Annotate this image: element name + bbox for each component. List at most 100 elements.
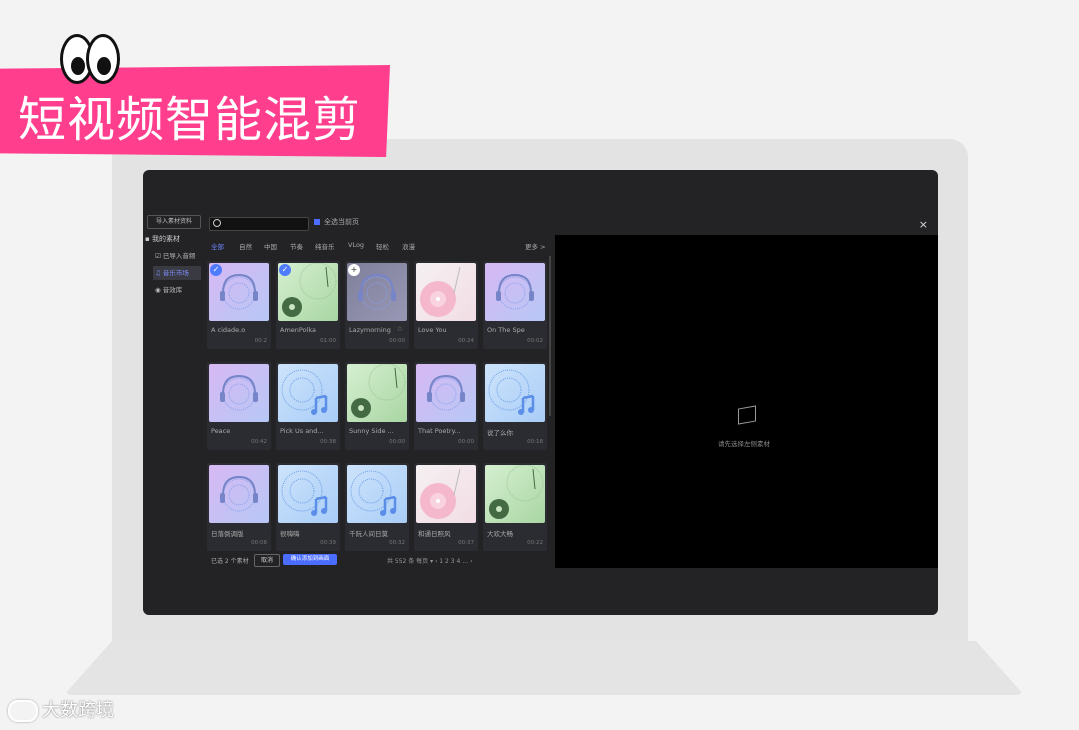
app-window: 导入素材资料 ▪ 我的素材 ☑ 已导入音频 ♫ 音乐市场 ◉ 音效库 全选当前页…	[143, 170, 938, 615]
music-title: Love You	[418, 326, 447, 334]
music-title: On The Spe	[487, 326, 525, 334]
music-title: AmenPolka	[280, 326, 317, 334]
music-card[interactable]: ✓ A cidade.o 00:2	[207, 261, 271, 349]
import-button[interactable]: 导入素材资料	[147, 215, 201, 229]
tab-pure-music[interactable]: 纯音乐	[315, 241, 335, 251]
pagination[interactable]: 共 552 条 每页 ▾ ‹ 1 2 3 4 … ›	[387, 556, 473, 565]
music-duration: 00:32	[389, 540, 405, 546]
select-all-checkbox[interactable]: 全选当前页	[314, 217, 359, 227]
music-thumbnail	[209, 465, 269, 523]
music-title: 千阮人间日莫	[349, 530, 388, 538]
preview-hint: 请先选择左侧素材	[718, 440, 770, 448]
record-icon: ◉	[155, 286, 161, 294]
music-card[interactable]: 大欢大畅 00:22	[483, 463, 547, 551]
music-thumbnail	[347, 364, 407, 422]
music-duration: 00:2	[254, 338, 267, 344]
tab-relaxed[interactable]: 轻松	[376, 241, 389, 251]
music-title: Pick Us and...	[280, 427, 324, 435]
music-card[interactable]: ✓ AmenPolka 01:00	[276, 261, 340, 349]
watermark: 大数跨境	[8, 696, 114, 722]
add-icon[interactable]: +	[348, 264, 360, 276]
music-card[interactable]: 和通日照风 00:37	[414, 463, 478, 551]
tab-china[interactable]: 中国	[264, 241, 277, 251]
music-duration: 00:00	[458, 439, 474, 445]
banner-title: 短视频智能混剪	[18, 92, 362, 148]
music-title: 大欢大畅	[487, 530, 513, 538]
cancel-button[interactable]: 取消	[254, 554, 280, 567]
watermark-logo-icon	[8, 700, 38, 722]
sidebar-item-sound-effects[interactable]: ◉ 音效库	[153, 283, 201, 297]
music-thumbnail	[416, 263, 476, 321]
tab-vlog[interactable]: VLog	[348, 241, 364, 249]
music-thumbnail	[347, 465, 407, 523]
music-duration: 00:38	[320, 439, 336, 445]
music-duration: 00:37	[458, 540, 474, 546]
music-duration: 00:08	[251, 540, 267, 546]
category-tabs: 全部 自然 中国 节奏 纯音乐 VLog 轻松 浪漫	[209, 241, 549, 253]
search-input[interactable]	[209, 217, 309, 231]
music-duration: 01:00	[320, 338, 336, 344]
music-card[interactable]: On The Spe 00:02	[483, 261, 547, 349]
tab-all[interactable]: 全部	[211, 241, 224, 251]
music-thumbnail	[416, 364, 476, 422]
music-grid: ✓ A cidade.o 00:2 ✓ AmenPolka 01:00 + ☆ Lazymorn…	[207, 261, 551, 551]
scrollbar[interactable]	[549, 256, 551, 416]
music-duration: 00:18	[527, 439, 543, 445]
music-thumbnail	[278, 465, 338, 523]
sidebar-group-label: ▪ 我的素材	[145, 235, 180, 243]
music-note-icon: ♫	[155, 269, 161, 277]
music-card[interactable]: 日落倒调版 00:08	[207, 463, 271, 551]
music-title: That Poetry...	[418, 427, 461, 435]
music-title: Peace	[211, 427, 231, 435]
music-card[interactable]: + ☆ Lazymorning 00:00	[345, 261, 409, 349]
music-title: Sunny Side ...	[349, 427, 394, 435]
music-duration: 00:00	[389, 338, 405, 344]
music-card[interactable]: Love You 00:24	[414, 261, 478, 349]
music-duration: 00:00	[389, 439, 405, 445]
eye-icon	[86, 34, 120, 84]
music-title: 很嗨嗨	[280, 530, 300, 538]
music-title: 说了么你	[487, 429, 513, 437]
close-icon[interactable]: ×	[919, 218, 928, 231]
music-duration: 00:39	[320, 540, 336, 546]
music-card[interactable]: That Poetry... 00:00	[414, 362, 478, 450]
confirm-button[interactable]: 确认添加到画面	[283, 554, 337, 565]
checkbox-icon: ☑	[155, 252, 161, 260]
music-card[interactable]: Sunny Side ... 00:00	[345, 362, 409, 450]
checkmark-icon[interactable]: ✓	[210, 264, 222, 276]
sidebar: ▪ 我的素材 ☑ 已导入音频 ♫ 音乐市场 ◉ 音效库	[143, 232, 203, 572]
music-thumbnail	[485, 364, 545, 422]
preview-panel: 请先选择左侧素材	[555, 235, 938, 568]
music-thumbnail	[209, 364, 269, 422]
music-thumbnail	[416, 465, 476, 523]
selected-count: 已选 2 个素材	[211, 558, 249, 565]
music-title: A cidade.o	[211, 326, 246, 334]
music-card[interactable]: 很嗨嗨 00:39	[276, 463, 340, 551]
tab-romantic[interactable]: 浪漫	[402, 241, 415, 251]
music-card[interactable]: 千阮人间日莫 00:32	[345, 463, 409, 551]
music-title: 日落倒调版	[211, 530, 244, 538]
music-thumbnail	[485, 263, 545, 321]
music-card[interactable]: Peace 00:42	[207, 362, 271, 450]
music-title: 和通日照风	[418, 530, 451, 538]
music-duration: 00:02	[527, 338, 543, 344]
more-link[interactable]: 更多 >	[525, 241, 546, 251]
laptop-base	[64, 641, 1024, 695]
music-card[interactable]: Pick Us and... 00:38	[276, 362, 340, 450]
tab-nature[interactable]: 自然	[239, 241, 252, 251]
music-title: Lazymorning	[349, 326, 391, 334]
footer-bar: 已选 2 个素材 取消 确认添加到画面 共 552 条 每页 ▾ ‹ 1 2 3…	[209, 554, 554, 568]
sidebar-item-imported-audio[interactable]: ☑ 已导入音频	[153, 249, 201, 263]
checkmark-icon[interactable]: ✓	[279, 264, 291, 276]
music-duration: 00:22	[527, 540, 543, 546]
checkbox-icon	[314, 219, 320, 225]
sidebar-item-music-market[interactable]: ♫ 音乐市场	[153, 266, 201, 280]
music-card[interactable]: 说了么你 00:18	[483, 362, 547, 450]
tab-rhythm[interactable]: 节奏	[290, 241, 303, 251]
music-duration: 00:42	[251, 439, 267, 445]
music-duration: 00:24	[458, 338, 474, 344]
search-icon	[213, 219, 221, 227]
box-icon	[738, 405, 756, 425]
music-thumbnail	[278, 364, 338, 422]
folder-icon: ▪	[145, 235, 150, 243]
